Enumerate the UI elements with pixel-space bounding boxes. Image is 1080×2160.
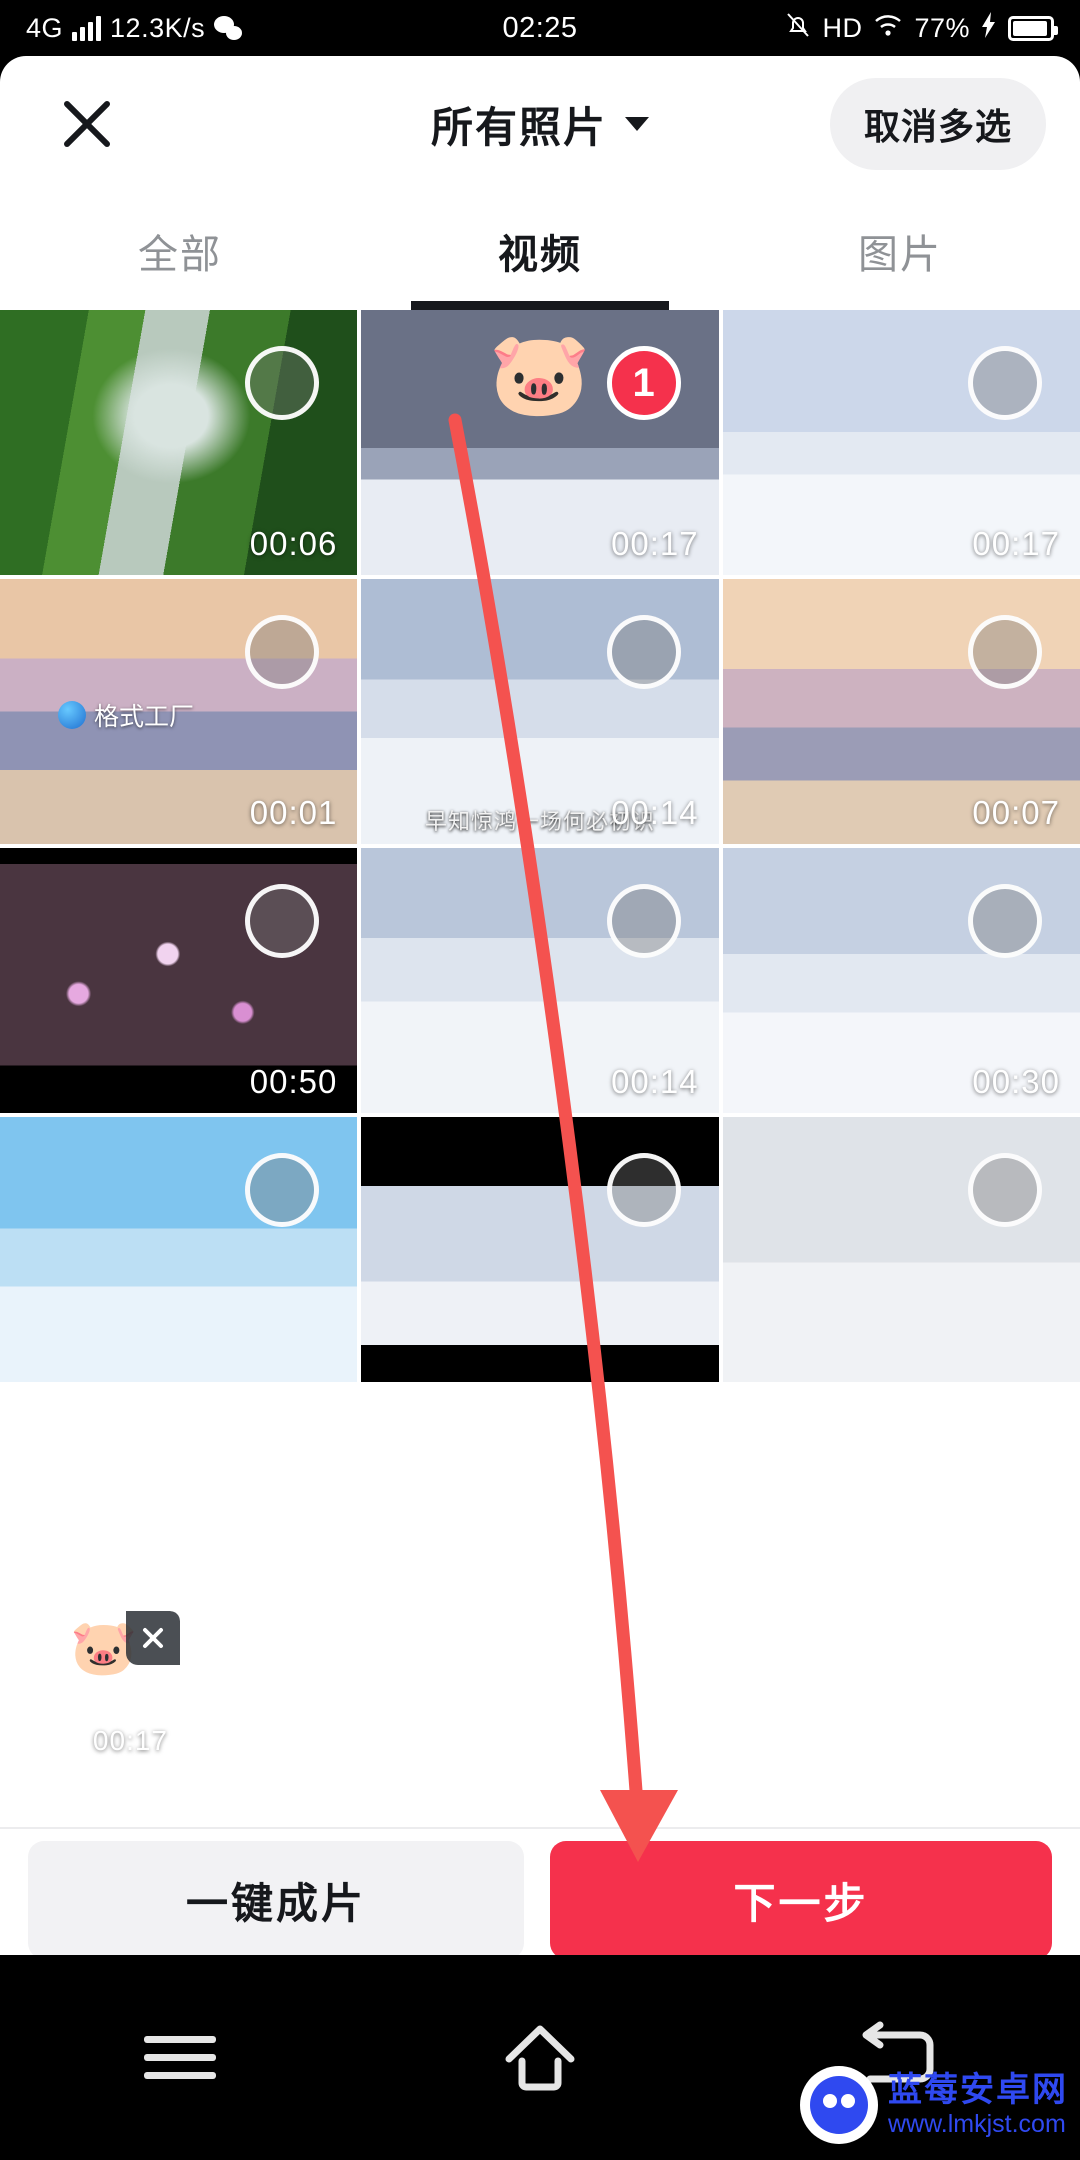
- media-grid-item[interactable]: 00:50: [0, 848, 358, 1113]
- tab-image[interactable]: 图片: [720, 192, 1080, 310]
- site-watermark: 蓝莓安卓网 www.lmkjst.com: [800, 2066, 1068, 2144]
- status-bar: 4G 12.3K/s 02:25 HD 77%: [0, 0, 1080, 56]
- media-grid-item[interactable]: 00:17: [722, 310, 1080, 575]
- watermark-label: 格式工厂: [94, 703, 195, 731]
- menu-icon[interactable]: [0, 2025, 360, 2090]
- bell-muted-icon: [785, 11, 811, 46]
- video-duration-label: 00:01: [249, 794, 338, 831]
- selected-items-tray: 🐷 00:17: [0, 1587, 1080, 1787]
- video-duration-label: 00:06: [249, 525, 338, 562]
- home-icon[interactable]: [360, 2017, 720, 2099]
- wechat-icon: [214, 16, 243, 40]
- media-grid-item[interactable]: 00:30: [722, 848, 1080, 1113]
- tab-all[interactable]: 全部: [0, 192, 360, 310]
- media-thumbnail: [0, 1117, 358, 1382]
- media-type-tabs: 全部 视频 图片: [0, 192, 1080, 310]
- battery-icon: [1008, 15, 1058, 41]
- selected-tray-item[interactable]: 🐷 00:17: [28, 1611, 180, 1763]
- media-grid-item[interactable]: [0, 1117, 358, 1382]
- selection-circle[interactable]: [245, 884, 320, 958]
- selection-circle[interactable]: [968, 884, 1042, 958]
- bolt-icon: [981, 11, 997, 45]
- selection-circle[interactable]: [606, 884, 681, 958]
- status-bar-right: HD 77%: [785, 11, 1058, 46]
- selection-circle[interactable]: [968, 346, 1042, 420]
- media-grid-item[interactable]: 🐷 1 00:17: [361, 310, 719, 575]
- next-step-button[interactable]: 下一步: [550, 1841, 1052, 1959]
- chevron-down-icon: [625, 117, 649, 131]
- signal-bars-icon: [72, 15, 102, 41]
- status-bar-left: 4G 12.3K/s: [26, 12, 243, 44]
- selection-circle[interactable]: [968, 615, 1042, 689]
- video-watermark: 格式工厂: [58, 697, 194, 733]
- video-duration-label: 00:17: [611, 525, 699, 562]
- media-grid-item[interactable]: 格式工厂 00:01: [0, 579, 358, 844]
- selection-circle[interactable]: [606, 1153, 681, 1227]
- video-duration-label: 00:17: [92, 1725, 168, 1756]
- video-duration-label: 00:50: [249, 1063, 338, 1100]
- cancel-multiselect-button[interactable]: 取消多选: [829, 78, 1046, 170]
- selection-badge-checked[interactable]: 1: [606, 346, 681, 420]
- wifi-icon: [873, 12, 903, 45]
- media-grid-item[interactable]: [722, 1117, 1080, 1382]
- remove-selection-icon[interactable]: [126, 1611, 180, 1665]
- page-title: 所有照片: [430, 103, 607, 151]
- selection-circle[interactable]: [245, 346, 320, 420]
- network-type-label: 4G: [26, 12, 64, 43]
- tab-video[interactable]: 视频: [360, 192, 720, 310]
- video-duration-label: 00:14: [611, 1063, 699, 1100]
- selection-circle[interactable]: [968, 1153, 1042, 1227]
- selection-circle[interactable]: [245, 1153, 320, 1227]
- site-name-label: 蓝莓安卓网: [888, 2071, 1068, 2110]
- site-url-label: www.lmkjst.com: [888, 2110, 1066, 2139]
- video-duration-label: 00:14: [611, 794, 699, 831]
- sheet-header: 所有照片 取消多选: [0, 56, 1080, 192]
- site-logo-icon: [800, 2066, 878, 2144]
- pig-sticker-icon: 🐷: [488, 329, 592, 420]
- action-bar: 一键成片 下一步: [0, 1829, 1080, 1971]
- battery-percent-label: 77%: [914, 12, 970, 43]
- video-duration-label: 00:07: [972, 794, 1060, 831]
- network-speed-label: 12.3K/s: [110, 12, 206, 43]
- media-grid-item[interactable]: 早知惊鸿一场何必初识 00:14: [361, 579, 719, 844]
- media-thumbnail: [361, 1117, 719, 1382]
- media-grid-item[interactable]: 00:06: [0, 310, 358, 575]
- active-tab-indicator: [411, 301, 669, 310]
- media-grid-item[interactable]: 00:07: [722, 579, 1080, 844]
- selection-circle[interactable]: [606, 615, 681, 689]
- media-grid-item[interactable]: 00:14: [361, 848, 719, 1113]
- selection-circle[interactable]: [245, 615, 320, 689]
- media-thumbnail: [722, 1117, 1080, 1382]
- video-duration-label: 00:30: [972, 1063, 1060, 1100]
- media-grid: 00:06 🐷 1 00:17 00:17 格式工厂 00:01 早知惊鸿一场何必初识 00:1…: [0, 310, 1080, 1382]
- one-click-video-button[interactable]: 一键成片: [28, 1841, 524, 1959]
- media-grid-item[interactable]: [361, 1117, 719, 1382]
- video-duration-label: 00:17: [972, 525, 1060, 562]
- watermark-logo-icon: [58, 701, 86, 729]
- picker-sheet: 所有照片 取消多选 全部 视频 图片 00:06 🐷 1 00:17 00:17 格式工厂…: [0, 56, 1080, 2011]
- hd-label: HD: [822, 12, 863, 43]
